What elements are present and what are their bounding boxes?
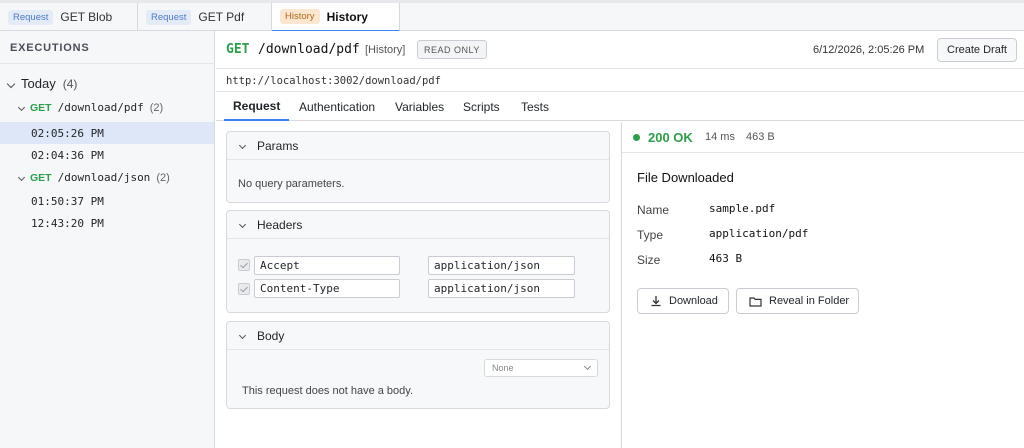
tree-group-today[interactable]: Today (4) [6, 76, 78, 91]
download-icon [651, 296, 661, 307]
url-display: http://localhost:3002/download/pdf [216, 70, 1024, 92]
chevron-down-icon [238, 220, 247, 229]
response-status-bar: 200 OK 14 ms 463 B [622, 122, 1024, 153]
tab-bar: Request GET Blob Request GET Pdf History… [0, 0, 1024, 32]
header-value-input[interactable]: application/json [428, 279, 575, 298]
tab-label: GET Blob [60, 10, 113, 24]
execution-item[interactable]: 01:50:37 PM [0, 190, 214, 212]
response-panel: 200 OK 14 ms 463 B File Downloaded Name … [621, 122, 1024, 448]
chevron-down-icon [17, 103, 26, 112]
header-enabled-checkbox[interactable] [238, 283, 250, 295]
endpoint-count: (2) [149, 101, 164, 114]
tab-history[interactable]: History History [272, 3, 400, 32]
folder-icon [749, 296, 762, 307]
response-size: 463 B [746, 131, 775, 143]
button-label: Reveal in Folder [769, 295, 850, 307]
meta-label-size: Size [637, 253, 661, 267]
params-header[interactable]: Params [227, 132, 609, 160]
file-downloaded-title: File Downloaded [637, 170, 734, 185]
section-title: Body [257, 328, 285, 343]
meta-label-name: Name [637, 203, 670, 217]
execution-item[interactable]: 12:43:20 PM [0, 212, 214, 234]
chevron-down-icon [583, 362, 592, 371]
tab-label: GET Pdf [198, 10, 245, 24]
select-value: None [492, 363, 514, 373]
execution-timestamp: 6/12/2026, 2:05:26 PM [813, 44, 925, 56]
response-time: 14 ms [705, 131, 735, 143]
request-panel: Params No query parameters. Headers Acce… [216, 122, 621, 448]
history-tag: [History] [365, 44, 406, 56]
request-badge: Request [8, 9, 54, 25]
body-header[interactable]: Body [227, 322, 609, 350]
body-section: Body None This request does not have a b… [226, 321, 610, 409]
reveal-in-folder-button[interactable]: Reveal in Folder [736, 288, 859, 314]
group-count: (4) [62, 76, 78, 91]
endpoint-path: /download/pdf [57, 101, 144, 114]
group-label: Today [21, 76, 56, 91]
header-key-input[interactable]: Content-Type [254, 279, 400, 298]
method-label: GET [30, 101, 52, 114]
tab-label: History [326, 9, 368, 24]
endpoint-path: /download/json [57, 171, 151, 184]
section-title: Params [257, 138, 299, 153]
header-enabled-checkbox[interactable] [238, 259, 250, 271]
request-subtabs: Request Authentication Variables Scripts… [216, 93, 1024, 121]
request-path: /download/pdf [258, 42, 360, 57]
tree-endpoint-download-pdf[interactable]: GET /download/pdf (2) [17, 101, 164, 114]
download-button[interactable]: Download [637, 288, 729, 314]
tab-request[interactable]: Request [224, 93, 290, 121]
execution-time: 12:43:20 PM [31, 216, 104, 230]
chevron-down-icon [238, 331, 247, 340]
status-code: 200 OK [648, 130, 693, 145]
execution-item[interactable]: 02:05:26 PM [0, 122, 214, 144]
section-title: Headers [257, 217, 303, 232]
history-badge: History [280, 9, 320, 24]
endpoint-count: (2) [156, 171, 170, 184]
sidebar-title: EXECUTIONS [10, 42, 90, 54]
chevron-down-icon [6, 79, 16, 88]
status-dot-icon [633, 134, 640, 141]
params-section: Params No query parameters. [226, 131, 610, 203]
divider [0, 63, 215, 64]
body-type-select[interactable]: None [484, 359, 598, 377]
execution-time: 02:04:36 PM [31, 148, 104, 162]
headers-header[interactable]: Headers [227, 211, 609, 239]
meta-value-name: sample.pdf [709, 202, 776, 215]
headers-section: Headers Accept application/json Content-… [226, 210, 610, 313]
meta-value-type: application/pdf [709, 227, 809, 240]
meta-value-size: 463 B [709, 252, 743, 265]
tab-scripts[interactable]: Scripts [463, 93, 500, 121]
method-label: GET [30, 171, 52, 184]
tab-get-blob[interactable]: Request GET Blob [0, 3, 138, 31]
read-only-badge: READ ONLY [417, 40, 487, 59]
execution-item[interactable]: 02:04:36 PM [0, 144, 214, 166]
button-label: Download [669, 295, 718, 307]
create-draft-button[interactable]: Create Draft [937, 38, 1017, 62]
executions-sidebar: EXECUTIONS Today (4) GET /download/pdf (… [0, 31, 215, 448]
meta-label-type: Type [637, 228, 664, 242]
request-method: GET [226, 42, 250, 57]
request-badge: Request [146, 9, 192, 25]
chevron-down-icon [238, 141, 247, 150]
params-empty-text: No query parameters. [238, 178, 345, 190]
header-key-input[interactable]: Accept [254, 256, 400, 275]
tab-authentication[interactable]: Authentication [299, 93, 375, 121]
request-header: GET /download/pdf [History] READ ONLY 6/… [216, 31, 1024, 69]
tab-variables[interactable]: Variables [395, 93, 444, 121]
body-empty-text: This request does not have a body. [242, 385, 414, 397]
tree-endpoint-download-json[interactable]: GET /download/json (2) [17, 171, 170, 184]
tab-get-pdf[interactable]: Request GET Pdf [138, 3, 272, 31]
header-value-input[interactable]: application/json [428, 256, 575, 275]
execution-time: 02:05:26 PM [31, 126, 104, 140]
execution-time: 01:50:37 PM [31, 194, 104, 208]
chevron-down-icon [17, 173, 26, 182]
tab-tests[interactable]: Tests [521, 93, 549, 121]
